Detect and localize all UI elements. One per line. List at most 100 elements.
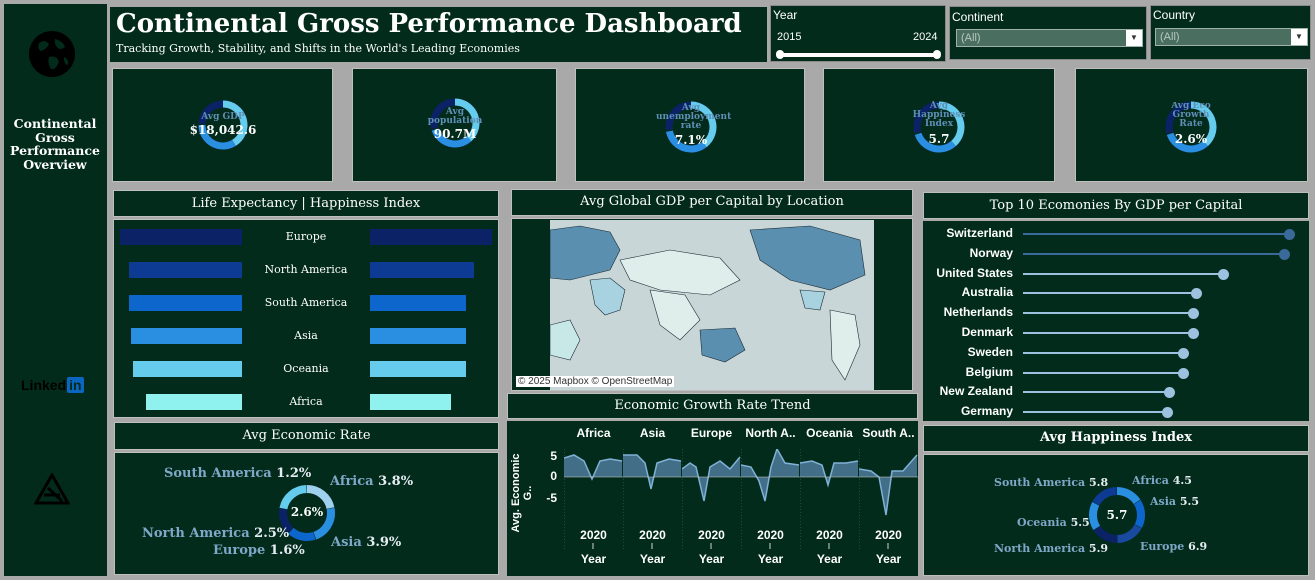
life-bar	[128, 262, 242, 278]
top10-stem	[1023, 332, 1194, 334]
trend-x-tick: 2020	[757, 528, 784, 542]
econ-rate-title: Avg Economic Rate	[242, 428, 371, 443]
sidebar: Continental Gross Performance Overview L…	[4, 4, 107, 576]
happiness-center: 5.7	[1106, 508, 1128, 522]
map-panel: © 2025 Mapbox © OpenStreetMap	[511, 218, 913, 391]
linkedin-in-badge: in	[67, 377, 84, 393]
trend-x-label: Year	[757, 552, 784, 566]
econ-rate-chart: 2.6% South America 1.2% Africa 3.8% Nort…	[114, 452, 499, 575]
linkedin-icon[interactable]: Linked in	[21, 377, 84, 393]
chevron-down-icon[interactable]: ▼	[1291, 29, 1307, 45]
year-min-label: 2015	[777, 31, 802, 43]
life-row-label: North America	[264, 263, 348, 276]
chevron-down-icon[interactable]: ▼	[1126, 30, 1142, 46]
kpi-value: $18,042.6	[189, 123, 257, 137]
trend-x-tick: 2020	[639, 528, 666, 542]
top10-dot[interactable]	[1284, 229, 1295, 240]
year-filter: Year 2015 2024	[770, 5, 946, 62]
econ-rate-label-africa: Africa 3.8%	[330, 474, 414, 489]
trend-x-label: Year	[698, 552, 725, 566]
year-slider-min-handle[interactable]	[776, 50, 784, 59]
econ-rate-label-europe: Europe 1.6%	[213, 543, 305, 558]
page-subtitle: Tracking Growth, Stability, and Shifts i…	[116, 42, 520, 55]
trend-x-tick: 2020	[816, 528, 843, 542]
page-title: Continental Gross Performance Dashboard	[116, 9, 742, 39]
trend-x-label: Year	[875, 552, 902, 566]
country-dropdown-value: (All)	[1160, 31, 1180, 43]
year-slider-max-handle[interactable]	[933, 50, 941, 59]
top10-dot[interactable]	[1188, 308, 1200, 320]
kpi-value: 5.7	[928, 132, 950, 146]
top10-stem	[1023, 351, 1183, 354]
top10-dot[interactable]	[1217, 268, 1229, 280]
trend-panel-header: North A..	[745, 426, 796, 440]
trend-y-tick: -5	[546, 491, 557, 505]
life-row-label: Europe	[285, 230, 327, 243]
trend-panel-header: Asia	[639, 426, 666, 440]
econ-rate-title-bar: Avg Economic Rate	[114, 422, 499, 450]
country-dropdown[interactable]: (All) ▼	[1155, 28, 1308, 46]
trend-x-label: Year	[816, 552, 843, 566]
world-map[interactable]	[550, 220, 874, 390]
life-bar	[130, 328, 242, 344]
kpi-avg-happiness: Avg Happiness Index 5.7	[823, 68, 1055, 182]
happiness-title-bar: Avg Happiness Index	[923, 425, 1309, 452]
kpi-avg-unemployment: Avg unemployment rate 7.1%	[575, 68, 805, 182]
kpi-label: Avg Eco Growth Rate	[1171, 102, 1211, 129]
top10-country-label: Denmark	[961, 325, 1013, 339]
top10-stem	[1023, 411, 1167, 414]
top10-dot[interactable]	[1177, 347, 1189, 359]
happiness-bar	[370, 295, 467, 311]
happiness-bar	[370, 361, 467, 377]
continent-dropdown[interactable]: (All) ▼	[956, 29, 1143, 47]
trend-panel-header: Europe	[690, 426, 733, 440]
trend-x-tick: 2020	[875, 528, 902, 542]
life-row-label: Oceania	[283, 362, 329, 375]
life-row-label: Africa	[289, 395, 323, 408]
map-title-bar: Avg Global GDP per Capital by Location	[511, 189, 913, 216]
trend-y-tick: 0	[550, 469, 557, 483]
trend-x-label: Year	[580, 552, 607, 566]
globe-icon	[29, 31, 75, 77]
happiness-label-north-america: North America 5.9	[994, 542, 1109, 555]
top10-dot[interactable]	[1164, 387, 1176, 399]
brand-logo-icon	[34, 473, 70, 505]
trend-y-tick: 5	[550, 449, 557, 463]
trend-panel-header: Oceania	[806, 426, 853, 440]
top10-stem	[1023, 391, 1170, 394]
trend-title: Economic Growth Rate Trend	[614, 398, 811, 413]
econ-rate-center: 2.6%	[290, 505, 324, 519]
top10-country-label: Germany	[960, 404, 1013, 419]
continent-filter-label: Continent	[952, 10, 1004, 24]
happiness-bar	[370, 262, 474, 278]
life-bar	[145, 394, 242, 410]
happiness-label-oceania: Oceania 5.5	[1017, 516, 1090, 529]
continent-dropdown-value: (All)	[961, 32, 981, 44]
kpi-value: 2.6%	[1174, 132, 1208, 146]
top10-stem	[1023, 233, 1289, 235]
life-expectancy-chart: Europe North America South America Asia Ocea…	[113, 219, 499, 418]
map-title: Avg Global GDP per Capital by Location	[580, 194, 844, 209]
top10-dot[interactable]	[1161, 407, 1173, 419]
top10-country-label: United States	[936, 265, 1013, 280]
econ-rate-label-north-america: North America 2.5%	[142, 526, 290, 541]
world-map-shapes	[550, 225, 866, 381]
happiness-bar	[370, 394, 451, 410]
top10-stem	[1023, 252, 1284, 255]
top10-dot[interactable]	[1278, 248, 1290, 260]
kpi-value: 7.1%	[674, 133, 708, 147]
header: Continental Gross Performance Dashboard …	[110, 7, 767, 62]
continent-filter: Continent (All) ▼	[949, 6, 1147, 60]
top10-dot[interactable]	[1177, 367, 1189, 379]
year-slider-track[interactable]	[779, 53, 939, 57]
top10-dot[interactable]	[1188, 328, 1200, 339]
kpi-avg-eco-growth: Avg Eco Growth Rate 2.6%	[1075, 68, 1308, 182]
top10-country-label: Netherlands	[943, 305, 1013, 320]
kpi-avg-gdp: Avg GDP $18,042.6	[112, 68, 333, 182]
kpi-label: Avg population	[427, 107, 483, 126]
trend-x-tick: 2020	[698, 528, 725, 542]
top10-country-label: Sweden	[967, 344, 1013, 359]
top10-dot[interactable]	[1190, 288, 1202, 300]
kpi-label: Avg unemployment rate	[656, 103, 732, 131]
happiness-label-south-america: South America 5.8	[994, 476, 1109, 489]
